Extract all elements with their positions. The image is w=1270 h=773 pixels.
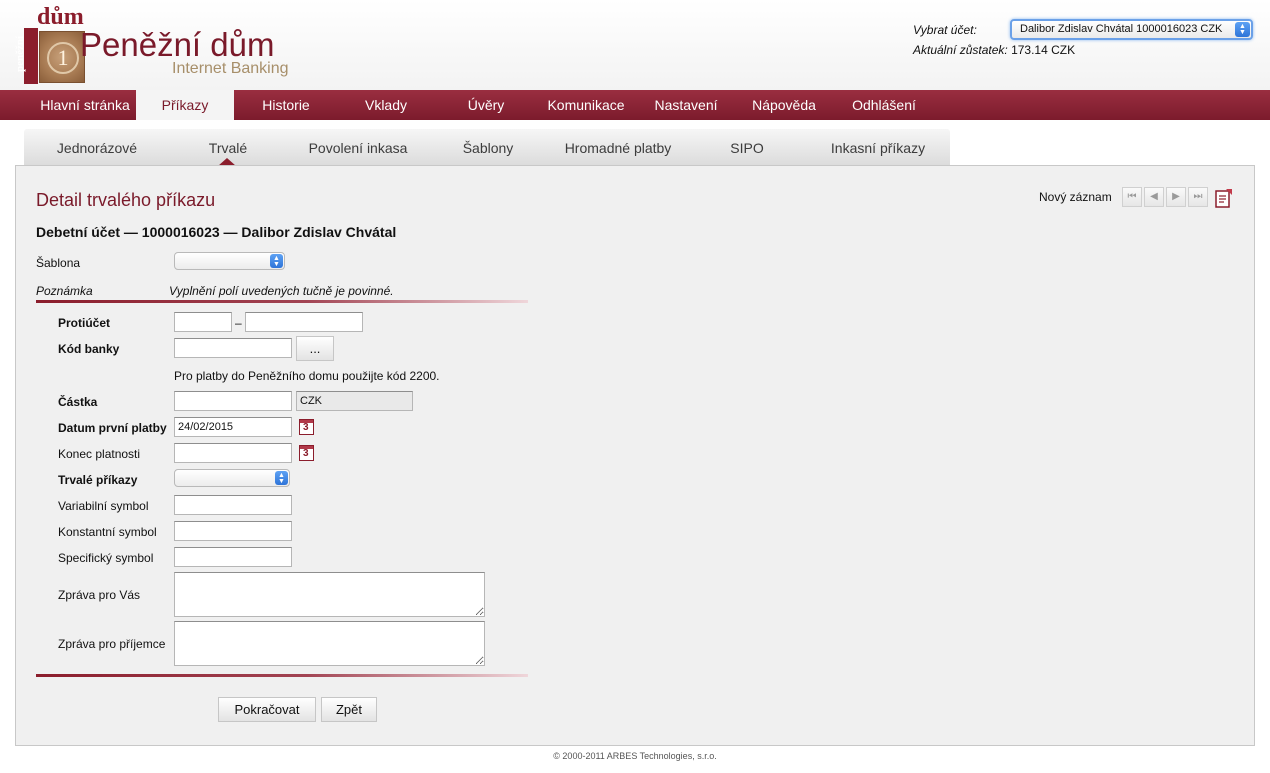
currency-field: CZK [296,391,413,411]
sub-nav: Jednorázové Trvalé Povolení inkasa Šablo… [24,129,950,165]
protiucet-label: Protiúčet [58,316,111,330]
account-select-value: Dalibor Zdislav Chvátal 1000016023 CZK [1020,23,1223,35]
datum-input[interactable]: 24/02/2015 [174,417,292,437]
nav-odhlaseni[interactable]: Odhlášení [838,90,930,120]
tab-jednorazove[interactable]: Jednorázové [36,129,158,165]
content-panel: Detail trvalého příkazu Nový záznam ⏮ ◀ … [15,165,1255,746]
top-divider [36,300,528,303]
note-label: Poznámka [36,284,93,298]
tab-sipo[interactable]: SIPO [712,129,782,165]
balance-label: Aktuální zůstatek: [913,43,1008,57]
balance: Aktuální zůstatek: 173.14 CZK [913,43,1075,57]
datum-label: Datum první platby [58,421,167,435]
select-arrows-icon: ▲ ▼ [1235,22,1250,37]
zprava-vas-textarea[interactable] [174,572,485,617]
kod-banky-input[interactable] [174,338,292,358]
protiucet-separator: – [235,316,242,330]
konec-label: Konec platnosti [58,447,141,461]
castka-input[interactable] [174,391,292,411]
nav-vklady[interactable]: Vklady [340,90,432,120]
tab-inkasni-prikazy[interactable]: Inkasní příkazy [820,129,936,165]
zprava-prijemce-label: Zpráva pro příjemce [58,637,166,651]
calendar-icon[interactable]: 3 [299,419,314,435]
trvale-prikazy-label: Trvalé příkazy [58,473,138,487]
header: dům peněžní 1 Peněžní dům Internet Banki… [0,0,1270,90]
debit-account-title: Debetní účet — 1000016023 — Dalibor Zdis… [36,224,397,240]
bottom-divider [36,674,528,677]
zprava-prijemce-textarea[interactable] [174,621,485,666]
bank-code-hint: Pro platby do Peněžního domu použijte kó… [174,369,440,383]
nav-nastaveni[interactable]: Nastavení [640,90,732,120]
main-nav: Hlavní stránka Příkazy Historie Vklady Ú… [0,90,1270,120]
nav-napoveda[interactable]: Nápověda [738,90,830,120]
castka-label: Částka [58,395,98,409]
nav-uvery[interactable]: Úvěry [440,90,532,120]
vs-label: Variabilní symbol [58,499,149,513]
first-record-icon[interactable]: ⏮ [1122,187,1142,207]
ss-input[interactable] [174,547,292,567]
logo-vertical-text: peněžní [14,35,27,73]
bank-code-lookup-button[interactable]: ... [296,336,334,361]
nav-historie[interactable]: Historie [240,90,332,120]
prev-record-icon[interactable]: ◀ [1144,187,1164,207]
calendar-icon[interactable]: 3 [299,445,314,461]
coin-icon: 1 [39,31,85,83]
nav-prikazy[interactable]: Příkazy [136,90,234,120]
nav-komunikace[interactable]: Komunikace [540,90,632,120]
sablona-select[interactable]: ▲ ▼ [174,252,285,270]
continue-button[interactable]: Pokračovat [218,697,316,722]
logo-vertical-band: peněžní [14,28,38,84]
note-text: Vyplnění polí uvedených tučně je povinné… [169,284,394,298]
tab-sablony[interactable]: Šablony [448,129,528,165]
page-title: Detail trvalého příkazu [36,190,216,210]
brand-subtitle: Internet Banking [172,60,289,77]
konec-input[interactable] [174,443,292,463]
ks-input[interactable] [174,521,292,541]
account-select[interactable]: Dalibor Zdislav Chvátal 1000016023 CZK ▲… [1010,19,1253,40]
next-record-icon[interactable]: ▶ [1166,187,1186,207]
protiucet-number-input[interactable] [245,312,363,332]
tab-povoleni-inkasa[interactable]: Povolení inkasa [300,129,416,165]
back-button[interactable]: Zpět [321,697,377,722]
trvale-prikazy-select[interactable]: ▲ ▼ [174,469,290,487]
zprava-vas-label: Zpráva pro Vás [58,588,141,602]
new-document-icon[interactable] [1214,187,1234,209]
protiucet-prefix-input[interactable] [174,312,232,332]
footer-copyright: © 2000-2011 ARBES Technologies, s.r.o. [553,751,717,761]
balance-value: 173.14 CZK [1011,43,1076,57]
ss-label: Specifický symbol [58,551,154,565]
logo[interactable]: dům peněžní 1 [12,4,85,84]
sablona-label: Šablona [36,256,81,270]
account-select-label: Vybrat účet: [913,23,977,37]
select-arrows-icon: ▲ ▼ [275,471,288,485]
brand-name: Peněžní dům [80,26,275,63]
nav-hlavni-stranka[interactable]: Hlavní stránka [30,90,140,120]
kod-banky-label: Kód banky [58,342,120,356]
coin-number: 1 [47,42,79,74]
vs-input[interactable] [174,495,292,515]
select-arrows-icon: ▲ ▼ [270,254,283,268]
logo-dum-text: dům [37,4,84,30]
last-record-icon[interactable]: ⏭ [1188,187,1208,207]
new-record-label: Nový záznam [1039,190,1112,204]
tab-hromadne-platby[interactable]: Hromadné platby [554,129,682,165]
ks-label: Konstantní symbol [58,525,157,539]
